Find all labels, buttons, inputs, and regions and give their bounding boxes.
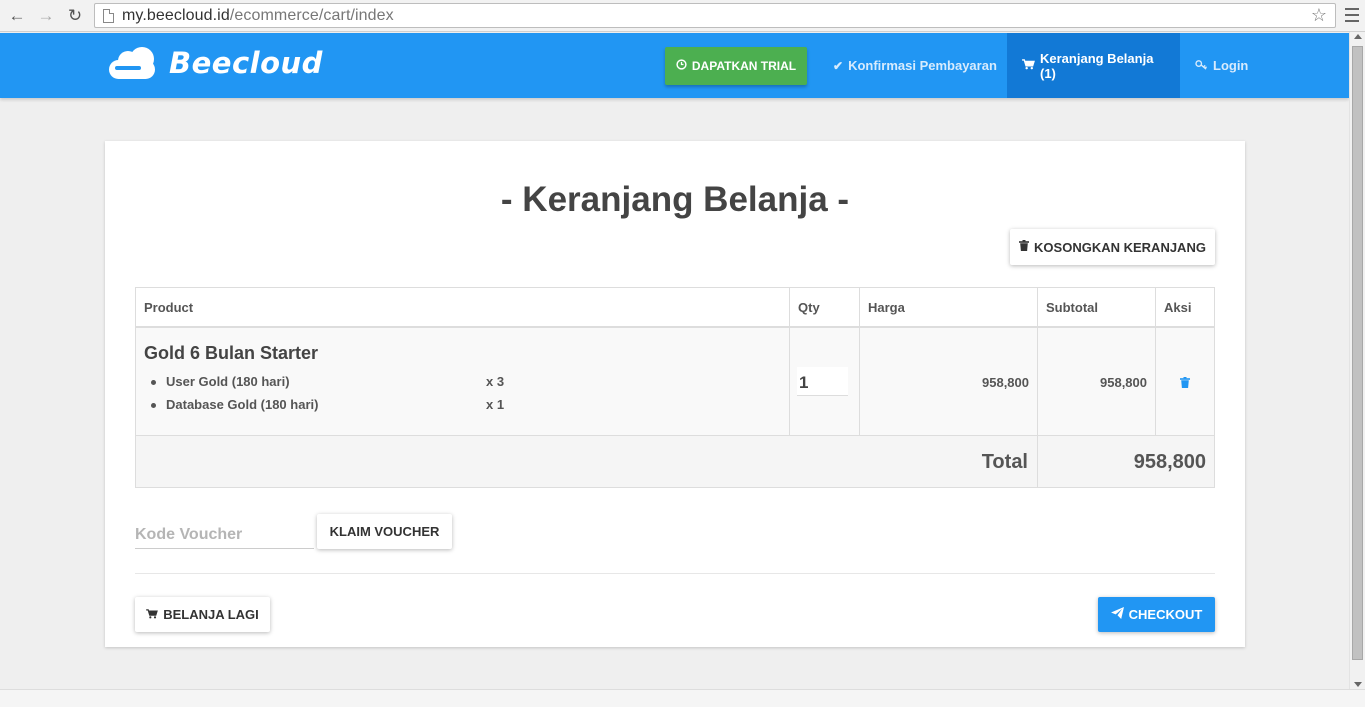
top-navbar: Beecloud DAPATKAN TRIAL ✔ Konfirmasi Pem… <box>0 33 1349 98</box>
trash-icon <box>1019 240 1030 254</box>
list-item-qty: x 3 <box>486 374 505 389</box>
total-label-cell: Total <box>136 436 1038 487</box>
nav-payment-confirmation-label: Konfirmasi Pembayaran <box>848 58 997 73</box>
nav-login-label: Login <box>1213 58 1249 73</box>
scroll-up-arrow-icon[interactable] <box>1354 34 1362 39</box>
col-header-product: Product <box>136 288 790 328</box>
col-header-action: Aksi <box>1156 288 1214 328</box>
checkout-label: CHECKOUT <box>1128 607 1203 622</box>
brand-logo[interactable]: Beecloud <box>109 46 323 80</box>
table-header-row: Product Qty Harga Subtotal Aksi <box>136 288 1214 328</box>
list-item-qty: x 1 <box>486 397 505 412</box>
list-item: User Gold (180 hari) <box>151 374 290 389</box>
subtotal-cell: 958,800 <box>1038 328 1156 435</box>
browser-toolbar: ← → ↻ my.beecloud.id/ecommerce/cart/inde… <box>0 0 1365 32</box>
empty-cart-label: KOSONGKAN KERANJANG <box>1034 239 1206 255</box>
price-value: 958,800 <box>982 375 1029 390</box>
url-path: /ecommerce/cart/index <box>229 6 394 24</box>
nav-shopping-cart-label: Keranjang Belanja (1) <box>1040 50 1154 81</box>
col-header-qty: Qty <box>790 288 860 328</box>
back-arrow-icon[interactable]: ← <box>6 5 28 27</box>
table-row: Gold 6 Bulan Starter User Gold (180 hari… <box>136 328 1214 436</box>
subtotal-value: 958,800 <box>1100 375 1147 390</box>
clock-icon <box>676 59 687 73</box>
total-row: Total 958,800 <box>136 436 1214 487</box>
voucher-code-input[interactable] <box>135 515 314 549</box>
continue-shopping-label: BELANJA LAGI <box>163 607 259 622</box>
quantity-input[interactable] <box>797 367 848 396</box>
cart-card: - Keranjang Belanja - KOSONGKAN KERANJAN… <box>105 141 1245 647</box>
get-trial-button[interactable]: DAPATKAN TRIAL <box>665 47 807 85</box>
address-bar[interactable]: my.beecloud.id/ecommerce/cart/index ☆ <box>94 3 1336 28</box>
scroll-down-arrow-icon[interactable] <box>1354 682 1362 687</box>
cloud-logo-icon <box>109 46 157 80</box>
page-title: - Keranjang Belanja - <box>500 180 850 219</box>
total-value: 958,800 <box>1133 451 1206 473</box>
remove-item-trash-icon[interactable] <box>1178 375 1192 389</box>
cart-icon <box>146 608 159 622</box>
url-host: my.beecloud.id <box>122 6 230 24</box>
col-header-price: Harga <box>860 288 1038 328</box>
empty-cart-button[interactable]: KOSONGKAN KERANJANG <box>1010 229 1215 265</box>
product-cell: Gold 6 Bulan Starter User Gold (180 hari… <box>136 328 790 435</box>
nav-shopping-cart[interactable]: Keranjang Belanja (1) <box>1007 33 1180 98</box>
qty-cell <box>790 328 860 435</box>
divider <box>135 573 1215 574</box>
claim-voucher-button[interactable]: KLAIM VOUCHER <box>317 514 452 549</box>
paper-plane-icon <box>1110 607 1124 622</box>
cart-icon <box>1022 58 1035 73</box>
price-cell: 958,800 <box>860 328 1038 435</box>
url-text: my.beecloud.id/ecommerce/cart/index <box>122 7 394 25</box>
product-name: Gold 6 Bulan Starter <box>144 343 319 363</box>
page-icon <box>103 8 114 23</box>
checkout-button[interactable]: CHECKOUT <box>1098 597 1215 632</box>
claim-voucher-label: KLAIM VOUCHER <box>329 524 440 539</box>
window-bottom-edge <box>0 689 1365 707</box>
nav-payment-confirmation[interactable]: ✔ Konfirmasi Pembayaran <box>818 33 1012 98</box>
nav-login[interactable]: Login <box>1180 33 1263 98</box>
list-item: Database Gold (180 hari) <box>150 397 319 412</box>
scrollbar-thumb[interactable] <box>1352 46 1363 660</box>
action-cell <box>1156 328 1214 435</box>
cart-table: Product Qty Harga Subtotal Aksi Gold 6 B… <box>135 287 1215 488</box>
brand-name: Beecloud <box>169 46 323 80</box>
reload-icon[interactable]: ↻ <box>64 5 86 27</box>
forward-arrow-icon[interactable]: → <box>35 5 57 27</box>
checkmark-icon: ✔ <box>833 58 844 73</box>
continue-shopping-button[interactable]: BELANJA LAGI <box>135 597 270 632</box>
key-icon <box>1195 59 1208 73</box>
total-label: Total <box>981 451 1028 473</box>
bookmark-star-icon[interactable]: ☆ <box>1311 5 1327 26</box>
browser-menu-icon[interactable] <box>1345 8 1359 22</box>
col-header-subtotal: Subtotal <box>1038 288 1156 328</box>
page-scrollbar[interactable] <box>1349 32 1365 689</box>
total-value-cell: 958,800 <box>1038 436 1214 487</box>
get-trial-label: DAPATKAN TRIAL <box>691 59 797 73</box>
